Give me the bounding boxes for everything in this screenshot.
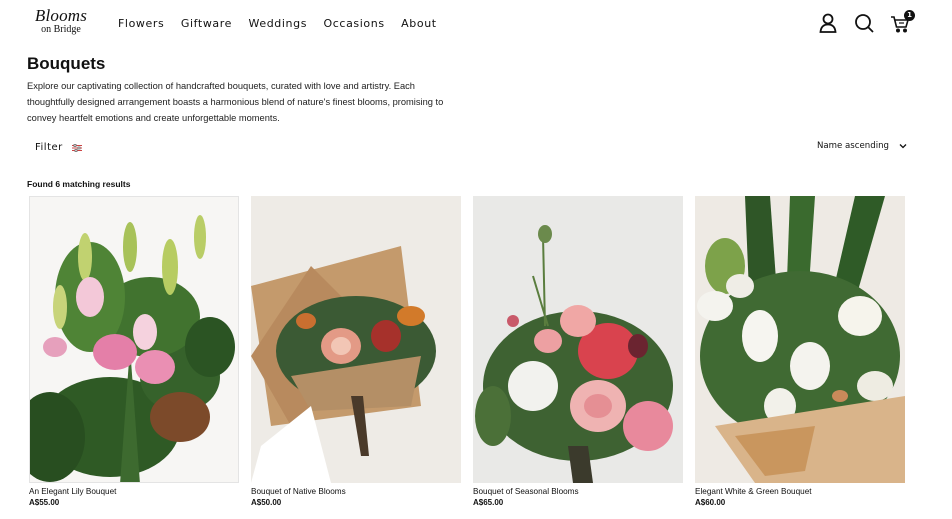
main-nav: Flowers Giftware Weddings Occasions Abou… [118,17,453,30]
product-image-seasonal-blooms[interactable] [473,196,683,483]
product-price: A$50.00 [251,498,282,507]
product-card[interactable]: An Elegant Lily Bouquet A$55.00 [29,196,239,507]
product-name[interactable]: Elegant White & Green Bouquet [695,487,905,496]
product-card[interactable]: Bouquet of Seasonal Blooms A$65.00 [473,196,683,507]
nav-about[interactable]: About [401,17,437,30]
product-name[interactable]: Bouquet of Seasonal Blooms [473,487,683,496]
logo-sub: on Bridge [41,24,81,35]
site-header: Blooms on Bridge Flowers Giftware Weddin… [0,0,952,48]
results-count: Found 6 matching results [27,179,131,189]
product-image-native-blooms[interactable] [251,196,461,483]
product-image-white-green-bouquet[interactable] [695,196,905,483]
logo[interactable]: Blooms on Bridge [30,7,92,41]
product-name[interactable]: Bouquet of Native Blooms [251,487,461,496]
chevron-down-icon [899,144,907,149]
logo-main: Blooms [34,6,88,25]
header-icons: 1 [818,10,915,34]
sort-dropdown[interactable]: Name ascending [817,141,907,151]
product-card[interactable]: Elegant White & Green Bouquet A$60.00 [695,196,905,507]
search-icon[interactable] [854,12,874,34]
sort-selected-value: Name ascending [816,141,889,151]
nav-flowers[interactable]: Flowers [118,17,164,30]
nav-weddings[interactable]: Weddings [249,17,308,30]
page-intro: Explore our captivating collection of ha… [27,81,444,123]
filter-icon [71,143,82,152]
nav-occasions[interactable]: Occasions [324,17,385,30]
nav-giftware[interactable]: Giftware [181,17,232,30]
page-title: Bouquets [27,54,106,73]
filter-label: Filter [35,142,63,153]
product-price: A$60.00 [695,498,726,507]
product-card[interactable]: Bouquet of Native Blooms A$50.00 [251,196,461,507]
product-price: A$55.00 [29,498,60,507]
filter-button[interactable]: Filter [35,142,83,153]
product-price: A$65.00 [473,498,504,507]
cart-icon[interactable]: 1 [890,10,915,34]
product-image-lily-bouquet[interactable] [29,196,239,483]
product-name[interactable]: An Elegant Lily Bouquet [29,487,239,496]
cart-count-badge: 1 [904,10,915,21]
product-grid: An Elegant Lily Bouquet A$55.00 Bouquet … [29,196,906,519]
account-icon[interactable] [818,12,838,34]
